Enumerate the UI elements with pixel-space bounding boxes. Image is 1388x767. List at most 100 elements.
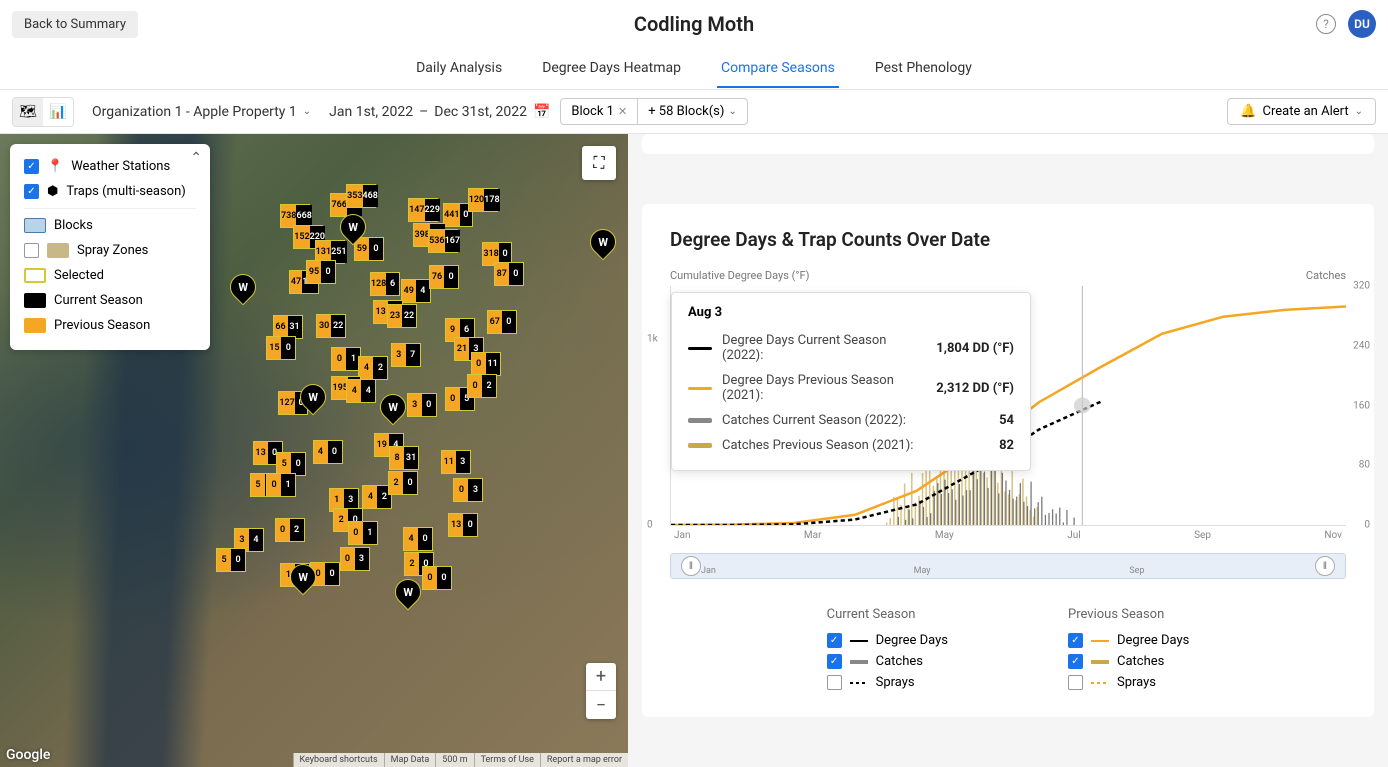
trap-marker[interactable]: 01 [348, 521, 378, 545]
trap-marker[interactable]: 42 [358, 356, 388, 380]
map-footer-shortcuts[interactable]: Keyboard shortcuts [293, 753, 384, 767]
checkbox-spray[interactable] [24, 243, 39, 258]
org-select[interactable]: Organization 1 - Apple Property 1 ⌄ [84, 100, 319, 124]
legend-item-dd-current[interactable]: ✓ Degree Days [827, 630, 948, 651]
trap-marker[interactable]: 44 [346, 379, 376, 403]
legend-row-weather[interactable]: ✓ 📍 Weather Stations [24, 154, 196, 179]
trap-marker[interactable]: 3022 [316, 314, 346, 338]
zoom-out-button[interactable]: − [586, 691, 616, 719]
trap-marker[interactable]: 01 [266, 473, 296, 497]
trap-marker[interactable]: 353468 [346, 184, 376, 208]
checkbox[interactable]: ✓ [1068, 654, 1083, 669]
fullscreen-button[interactable]: ⛶ [582, 146, 616, 180]
weather-station-pin[interactable]: W [290, 564, 316, 596]
tooltip-label: Catches Previous Season (2021): [722, 438, 989, 453]
trap-marker[interactable]: 113 [441, 450, 471, 474]
legend-item-catches-previous[interactable]: ✓ Catches [1068, 651, 1189, 672]
trap-marker[interactable]: 20 [388, 471, 418, 495]
trap-marker[interactable]: 494 [401, 279, 431, 303]
brush-label: Sep [1129, 566, 1144, 576]
date-range-picker[interactable]: Jan 1st, 2022 – Dec 31st, 2022 📅 [329, 104, 550, 120]
map-view-button[interactable]: 🗺 [13, 98, 43, 126]
legend-item-catches-current[interactable]: ✓ Catches [827, 651, 948, 672]
trap-marker[interactable]: 120178 [468, 188, 498, 212]
tab-pest-phenology[interactable]: Pest Phenology [871, 50, 976, 88]
map-panel[interactable]: ⌃ ✓ 📍 Weather Stations ✓ ⬢ Traps (multi-… [0, 134, 628, 767]
trap-marker[interactable]: 147229 [408, 198, 438, 222]
trap-prev-value: 0 [454, 479, 468, 501]
trap-prev-value: 95 [307, 261, 321, 283]
tooltip-swatch [688, 387, 712, 390]
block-chip[interactable]: Block 1 ✕ [561, 99, 638, 124]
weather-station-pin[interactable]: W [380, 394, 406, 426]
map-footer-terms[interactable]: Terms of Use [474, 753, 540, 767]
trap-marker[interactable]: 950 [306, 260, 336, 284]
chart-area[interactable]: 0 1k 0 80 160 240 320 Aug 3 [670, 286, 1346, 526]
brush-control[interactable]: ‖ ‖ Jan May Sep [670, 553, 1346, 579]
trap-marker[interactable]: 03 [453, 478, 483, 502]
trap-marker[interactable]: 870 [494, 262, 524, 286]
trap-marker[interactable]: 2322 [387, 304, 417, 328]
checkbox-traps[interactable]: ✓ [24, 184, 39, 199]
chart-tooltip: Aug 3 Degree Days Current Season (2022):… [671, 292, 1031, 471]
create-alert-button[interactable]: 🔔 Create an Alert ⌄ [1227, 98, 1376, 125]
tab-compare-seasons[interactable]: Compare Seasons [717, 50, 839, 88]
tab-degree-days-heatmap[interactable]: Degree Days Heatmap [538, 50, 685, 88]
weather-station-pin[interactable]: W [300, 384, 326, 416]
legend-row-spray[interactable]: Spray Zones [24, 238, 196, 263]
checkbox[interactable]: ✓ [827, 654, 842, 669]
legend-collapse-button[interactable]: ⌃ [190, 150, 202, 166]
trap-marker[interactable]: 50 [216, 548, 246, 572]
legend-row-blocks[interactable]: Blocks [24, 213, 196, 238]
checkbox-weather[interactable]: ✓ [24, 159, 39, 174]
trap-marker[interactable]: 37 [391, 343, 421, 367]
trap-marker[interactable]: 02 [467, 374, 497, 398]
checkbox[interactable]: ✓ [1068, 633, 1083, 648]
close-icon[interactable]: ✕ [618, 105, 627, 118]
chart-axis-labels: Cumulative Degree Days (°F) Catches [670, 269, 1346, 282]
trap-marker[interactable]: 831 [389, 446, 419, 470]
checkbox[interactable] [827, 675, 842, 690]
chart-view-button[interactable]: 📊 [43, 98, 73, 126]
trap-marker[interactable]: 40 [313, 440, 343, 464]
weather-station-pin[interactable]: W [590, 229, 616, 261]
legend-item-sprays-previous[interactable]: Sprays [1068, 672, 1189, 693]
trap-marker[interactable]: 03 [340, 547, 370, 571]
help-icon[interactable]: ? [1316, 14, 1336, 34]
trap-marker[interactable]: 02 [275, 518, 305, 542]
legend-row-traps[interactable]: ✓ ⬢ Traps (multi-season) [24, 179, 196, 204]
top-right: ? DU [1316, 10, 1376, 38]
more-blocks-chip[interactable]: + 58 Block(s) ⌄ [638, 99, 747, 124]
legend-item-sprays-current[interactable]: Sprays [827, 672, 948, 693]
checkbox[interactable] [1068, 675, 1083, 690]
checkbox[interactable]: ✓ [827, 633, 842, 648]
trap-marker[interactable]: 130 [448, 513, 478, 537]
weather-station-pin[interactable]: W [395, 579, 421, 611]
trap-curr-value: 11 [486, 353, 500, 375]
trap-marker[interactable]: 30 [407, 393, 437, 417]
zoom-control: + − [586, 663, 616, 719]
trap-marker[interactable]: 536167 [428, 229, 458, 253]
brush-handle-right[interactable]: ‖ [1315, 556, 1335, 576]
trap-marker[interactable]: 1286 [370, 272, 400, 296]
trap-marker[interactable]: 40 [403, 527, 433, 551]
trap-marker[interactable]: 00 [422, 566, 452, 590]
legend-item-dd-previous[interactable]: ✓ Degree Days [1068, 630, 1189, 651]
avatar[interactable]: DU [1348, 10, 1376, 38]
map-legend: ⌃ ✓ 📍 Weather Stations ✓ ⬢ Traps (multi-… [10, 144, 210, 350]
zoom-in-button[interactable]: + [586, 663, 616, 691]
trap-marker[interactable]: 01 [331, 347, 361, 371]
map-footer-mapdata[interactable]: Map Data [384, 753, 436, 767]
map-footer-report[interactable]: Report a map error [540, 753, 628, 767]
weather-station-pin[interactable]: W [230, 274, 256, 306]
trap-prev-value: 127 [279, 392, 294, 414]
weather-station-pin[interactable]: W [340, 214, 366, 246]
trap-marker[interactable]: 150 [266, 336, 296, 360]
trap-marker[interactable]: 011 [471, 352, 501, 376]
brush-handle-left[interactable]: ‖ [681, 556, 701, 576]
back-button[interactable]: Back to Summary [12, 11, 138, 38]
trap-marker[interactable]: 670 [487, 310, 517, 334]
trap-marker[interactable]: 760 [429, 265, 459, 289]
tab-daily-analysis[interactable]: Daily Analysis [412, 50, 506, 88]
trap-curr-value: 3 [468, 479, 482, 501]
